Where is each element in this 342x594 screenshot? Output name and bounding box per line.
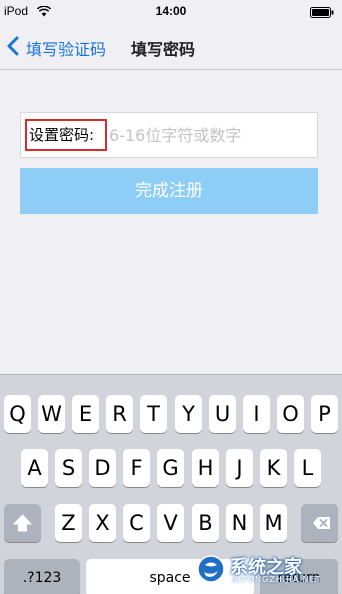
key-w[interactable]: W xyxy=(38,395,65,433)
numbers-key[interactable]: .?123 xyxy=(4,559,80,594)
key-j[interactable]: J xyxy=(226,449,253,487)
key-c[interactable]: C xyxy=(123,504,150,542)
delete-icon xyxy=(313,517,330,529)
watermark: 系统之家 XITONGZHIJIA.NET xyxy=(196,544,342,594)
key-f[interactable]: F xyxy=(123,449,150,487)
password-label: 设置密码: xyxy=(25,119,107,151)
key-d[interactable]: D xyxy=(89,449,116,487)
key-v[interactable]: V xyxy=(157,504,184,542)
key-r[interactable]: R xyxy=(106,395,133,433)
key-z[interactable]: Z xyxy=(55,504,82,542)
key-e[interactable]: E xyxy=(72,395,99,433)
key-t[interactable]: T xyxy=(140,395,167,433)
key-n[interactable]: N xyxy=(226,504,253,542)
page-title: 填写密码 xyxy=(131,40,196,59)
key-y[interactable]: Y xyxy=(175,395,202,433)
key-i[interactable]: I xyxy=(243,395,270,433)
key-u[interactable]: U xyxy=(209,395,236,433)
key-b[interactable]: B xyxy=(192,504,219,542)
status-time: 14:00 xyxy=(155,4,187,18)
register-button[interactable]: 完成注册 xyxy=(20,168,318,214)
key-a[interactable]: A xyxy=(21,449,48,487)
key-k[interactable]: K xyxy=(260,449,287,487)
key-m[interactable]: M xyxy=(260,504,287,542)
key-s[interactable]: S xyxy=(55,449,82,487)
key-x[interactable]: X xyxy=(89,504,116,542)
key-o[interactable]: O xyxy=(277,395,304,433)
watermark-subtext: XITONGZHIJIA.NET xyxy=(232,575,322,584)
status-bar: iPod 14:00 xyxy=(0,0,342,24)
back-button[interactable]: 填写验证码 xyxy=(26,36,106,60)
shift-key[interactable] xyxy=(4,504,41,542)
battery-icon xyxy=(310,7,334,18)
chevron-left-icon[interactable] xyxy=(6,36,20,56)
key-g[interactable]: G xyxy=(157,449,184,487)
nav-bar: 填写验证码 填写密码 xyxy=(0,24,342,70)
key-p[interactable]: P xyxy=(311,395,338,433)
delete-key[interactable] xyxy=(301,504,338,542)
key-h[interactable]: H xyxy=(192,449,219,487)
key-l[interactable]: L xyxy=(294,449,321,487)
password-input[interactable] xyxy=(109,121,309,149)
watermark-logo-icon xyxy=(197,555,225,583)
key-q[interactable]: Q xyxy=(4,395,31,433)
shift-icon xyxy=(13,514,32,532)
screen: iPod 14:00 填写验证码 填写密码 设置密码: 完成注册 Q W E R xyxy=(0,0,342,594)
password-row: 设置密码: xyxy=(20,112,318,158)
